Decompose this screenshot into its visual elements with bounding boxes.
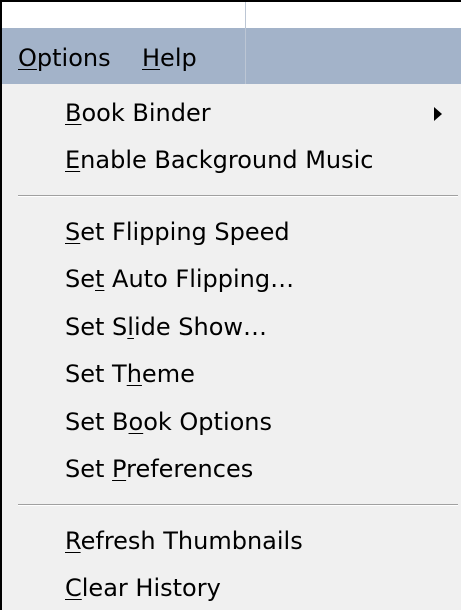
menu-item-book-binder[interactable]: Book Binder	[65, 96, 211, 130]
item-text-post: ook Binder	[81, 99, 211, 127]
item-text-pre: Set B	[65, 408, 129, 436]
item-text-post: eme	[141, 360, 195, 388]
menu-item-set-book-options[interactable]: Set Book Options	[65, 405, 272, 439]
item-mnemonic: l	[127, 313, 134, 341]
item-mnemonic: C	[65, 574, 82, 602]
item-text-post: Auto Flipping…	[104, 265, 295, 293]
menu-bar-top-strip	[2, 2, 461, 28]
menu-separator	[18, 504, 458, 506]
menu-separator	[18, 195, 458, 197]
menu-help-rest: elp	[160, 44, 197, 72]
menu-help-mnemonic: H	[142, 44, 161, 72]
menu-options-rest: ptions	[36, 44, 111, 72]
item-mnemonic: P	[112, 455, 127, 483]
item-text-post: ide Show…	[133, 313, 268, 341]
menu-help[interactable]: Help	[142, 42, 197, 74]
menu-window: Options Help Book Binder Enable Backgrou…	[0, 0, 461, 610]
item-text-pre: Se	[65, 265, 95, 293]
item-text-post: nable Background Music	[80, 146, 374, 174]
menu-item-refresh-thumbnails[interactable]: Refresh Thumbnails	[65, 524, 303, 558]
menu-item-enable-background-music[interactable]: Enable Background Music	[65, 143, 373, 177]
item-text-post: ok Options	[143, 408, 273, 436]
item-text-pre: Set S	[65, 313, 128, 341]
item-mnemonic: S	[65, 218, 81, 246]
menu-item-clear-history[interactable]: Clear History	[65, 571, 221, 605]
menu-item-set-preferences[interactable]: Set Preferences	[65, 452, 253, 486]
menu-item-set-auto-flipping[interactable]: Set Auto Flipping…	[65, 262, 294, 296]
item-mnemonic: t	[95, 265, 105, 293]
item-mnemonic: o	[128, 408, 144, 436]
menu-item-set-theme[interactable]: Set Theme	[65, 357, 195, 391]
menu-item-set-flipping-speed[interactable]: Set Flipping Speed	[65, 215, 290, 249]
item-mnemonic: R	[65, 527, 81, 555]
menu-options-mnemonic: O	[18, 44, 37, 72]
item-text-post: lear History	[81, 574, 221, 602]
menu-item-set-slide-show[interactable]: Set Slide Show…	[65, 310, 267, 344]
item-text-post: et Flipping Speed	[80, 218, 290, 246]
item-text-post: efresh Thumbnails	[80, 527, 303, 555]
item-mnemonic: h	[126, 360, 142, 388]
triangle-right-icon	[434, 107, 442, 121]
menu-options[interactable]: Options	[18, 42, 111, 74]
menu-bar-divider	[245, 2, 246, 84]
menu-bar: Options Help	[2, 2, 461, 84]
item-text-post: references	[126, 455, 254, 483]
item-text-pre: Set	[65, 455, 113, 483]
item-text-pre: Set T	[65, 360, 127, 388]
item-mnemonic: E	[65, 146, 81, 174]
item-mnemonic: B	[65, 99, 82, 127]
